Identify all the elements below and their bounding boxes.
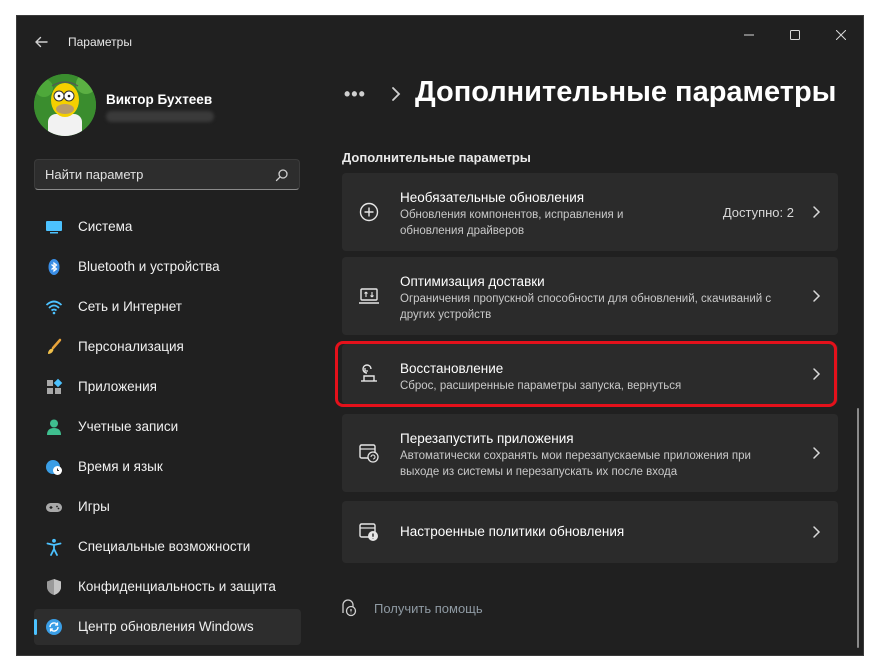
user-email-redacted xyxy=(106,111,214,122)
update-policy-icon xyxy=(359,523,378,541)
chevron-right-icon xyxy=(813,206,821,218)
sidebar-item-time-language[interactable]: Время и язык xyxy=(34,449,301,485)
sidebar-item-label: Система xyxy=(78,219,133,234)
sidebar-item-label: Специальные возможности xyxy=(78,539,251,554)
sidebar-item-apps[interactable]: Приложения xyxy=(34,369,301,405)
sidebar-nav: Система Bluetooth и устройства Сеть и Ин… xyxy=(34,209,301,649)
sidebar-item-label: Учетные записи xyxy=(78,419,179,434)
chevron-right-icon xyxy=(813,447,821,459)
sidebar-item-accessibility[interactable]: Специальные возможности xyxy=(34,529,301,565)
sidebar-item-label: Конфиденциальность и защита xyxy=(78,579,276,594)
chevron-right-icon xyxy=(813,290,821,302)
card-restart-apps[interactable]: Перезапустить приложения Автоматически с… xyxy=(342,414,838,492)
update-icon xyxy=(46,619,62,635)
back-button[interactable] xyxy=(31,32,51,52)
accessibility-icon xyxy=(46,538,62,556)
card-title: Настроенные политики обновления xyxy=(400,524,625,539)
page-title: Дополнительные параметры xyxy=(415,76,837,108)
maximize-icon xyxy=(790,30,800,40)
sidebar-item-label: Bluetooth и устройства xyxy=(78,259,220,274)
sidebar-item-network[interactable]: Сеть и Интернет xyxy=(34,289,301,325)
sidebar-item-gaming[interactable]: Игры xyxy=(34,489,301,525)
bluetooth-icon xyxy=(48,259,60,275)
card-optional-updates[interactable]: Необязательные обновления Обновления ком… xyxy=(342,173,838,251)
sidebar-item-personalization[interactable]: Персонализация xyxy=(34,329,301,365)
maximize-button[interactable] xyxy=(772,22,818,48)
settings-window: Параметры Виктор Бухтеев Найти параметр … xyxy=(16,15,864,656)
search-icon[interactable] xyxy=(275,168,289,182)
sidebar-item-privacy[interactable]: Конфиденциальность и защита xyxy=(34,569,301,605)
app-title: Параметры xyxy=(68,35,132,49)
sidebar-item-accounts[interactable]: Учетные записи xyxy=(34,409,301,445)
card-recovery[interactable]: Восстановление Сброс, расширенные параме… xyxy=(342,344,838,404)
title-bar: Параметры xyxy=(17,16,863,66)
brush-icon xyxy=(48,338,62,354)
card-title: Восстановление xyxy=(400,361,504,376)
shield-icon xyxy=(47,579,61,595)
minimize-icon xyxy=(744,34,754,36)
sidebar-item-label: Время и язык xyxy=(78,459,163,474)
recovery-icon xyxy=(361,364,377,382)
sidebar-item-bluetooth[interactable]: Bluetooth и устройства xyxy=(34,249,301,285)
close-icon xyxy=(836,30,846,40)
back-arrow-icon xyxy=(35,36,48,48)
card-title: Оптимизация доставки xyxy=(400,274,545,289)
get-help-link[interactable]: Получить помощь xyxy=(374,601,483,616)
minimize-button[interactable] xyxy=(726,22,772,48)
chevron-right-icon xyxy=(813,368,821,380)
breadcrumb-chevron-icon xyxy=(392,87,401,101)
sidebar-item-label: Персонализация xyxy=(78,339,184,354)
card-description: Автоматически сохранять мои перезапускае… xyxy=(400,450,751,478)
sidebar-item-system[interactable]: Система xyxy=(34,209,301,245)
card-delivery-optimization[interactable]: Оптимизация доставки Ограничения пропуск… xyxy=(342,257,838,335)
display-icon xyxy=(46,221,62,234)
wifi-icon xyxy=(45,300,63,315)
sidebar-item-label: Центр обновления Windows xyxy=(78,619,254,634)
breadcrumb-more-button[interactable]: ••• xyxy=(344,84,366,105)
available-count: Доступно: 2 xyxy=(722,205,794,220)
card-description: Обновления компонентов, исправления и об… xyxy=(400,209,624,237)
card-description: Сброс, расширенные параметры запуска, ве… xyxy=(400,380,682,392)
restart-apps-icon xyxy=(359,444,379,463)
avatar-image xyxy=(34,74,96,136)
delivery-optimization-icon xyxy=(359,288,379,304)
card-description: Ограничения пропускной способности для о… xyxy=(400,293,772,321)
sidebar-item-windows-update[interactable]: Центр обновления Windows xyxy=(34,609,301,645)
section-title: Дополнительные параметры xyxy=(342,150,531,165)
card-title: Необязательные обновления xyxy=(400,190,585,205)
user-name: Виктор Бухтеев xyxy=(106,92,213,107)
sidebar-item-label: Игры xyxy=(78,499,110,514)
globe-clock-icon xyxy=(46,460,62,475)
gamepad-icon xyxy=(46,503,62,512)
search-input[interactable] xyxy=(45,160,265,189)
card-title: Перезапустить приложения xyxy=(400,431,574,446)
close-button[interactable] xyxy=(818,22,863,48)
plus-circle-icon xyxy=(359,202,379,222)
chevron-right-icon xyxy=(813,526,821,538)
sidebar-item-label: Сеть и Интернет xyxy=(78,299,182,314)
search-box[interactable] xyxy=(34,159,300,190)
person-icon xyxy=(47,419,61,435)
scrollbar[interactable] xyxy=(857,408,859,648)
sidebar-item-label: Приложения xyxy=(78,379,157,394)
card-update-policies[interactable]: Настроенные политики обновления xyxy=(342,501,838,563)
help-icon[interactable] xyxy=(340,599,358,617)
apps-icon xyxy=(47,378,63,394)
avatar[interactable] xyxy=(34,74,96,136)
